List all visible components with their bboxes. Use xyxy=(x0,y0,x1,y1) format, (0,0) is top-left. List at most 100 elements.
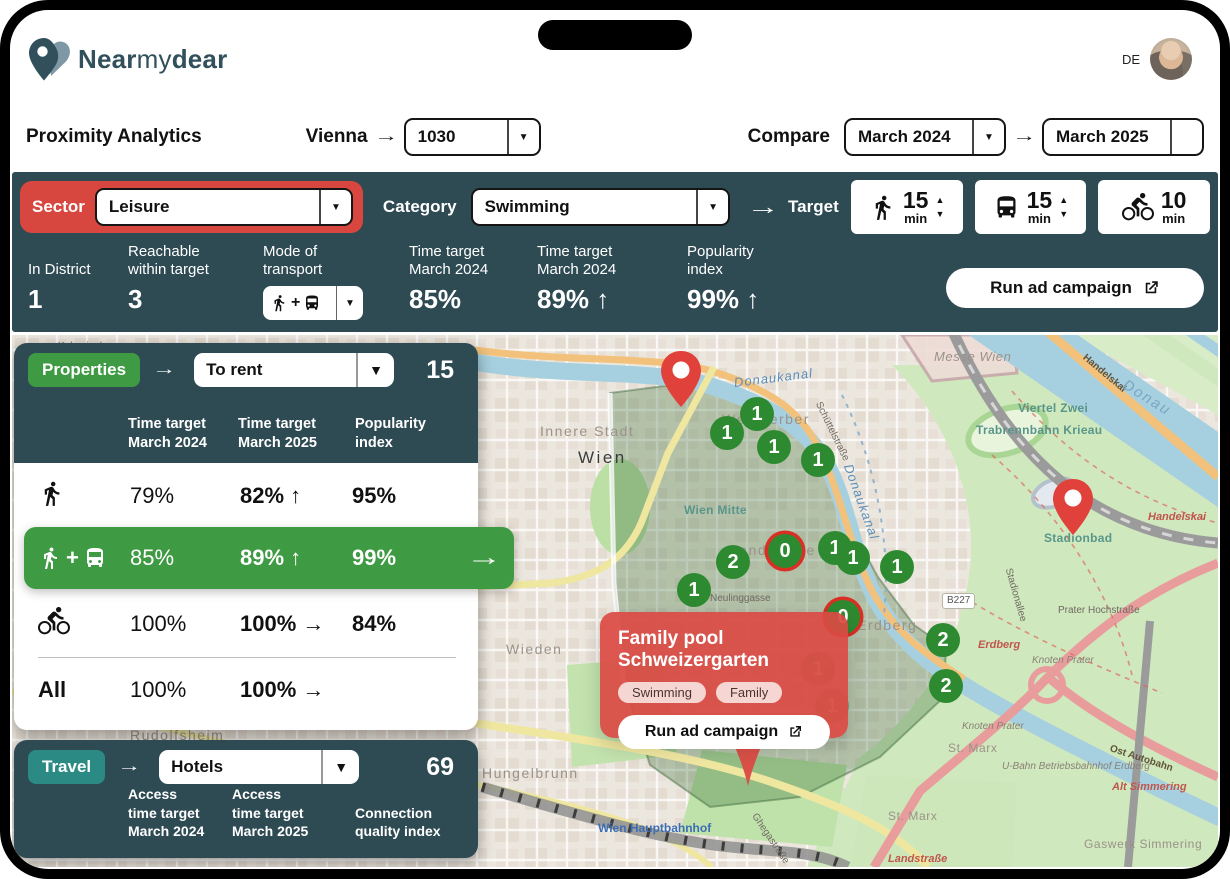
map-cluster-marker[interactable]: 2 xyxy=(716,545,750,579)
map-label: Wien Hauptbahnhof xyxy=(598,821,711,835)
chevron-down-icon: ▼ xyxy=(509,120,539,154)
map-label: Erdberg xyxy=(857,617,917,633)
map-label: Ghegastraße xyxy=(749,811,791,866)
category-select-value: Swimming xyxy=(473,190,696,224)
sub-bar: Proximity Analytics Vienna → 1030 ▼ Comp… xyxy=(10,102,1220,172)
period-to-value: March 2025 xyxy=(1044,120,1170,154)
col-time-target-2025: Time target March 2025 xyxy=(238,415,317,453)
cell-2025: 100% → xyxy=(240,611,324,637)
step-down-icon[interactable]: ▼ xyxy=(935,209,944,220)
col-access-2025: Access time target March 2025 xyxy=(232,785,308,840)
map-location-pin[interactable] xyxy=(658,350,704,413)
col-access-2024: Access time target March 2024 xyxy=(128,785,204,840)
popup-run-ad-campaign-button[interactable]: Run ad campaign xyxy=(618,715,830,749)
col-popularity-index: Popularity index xyxy=(355,415,426,453)
plus-sign: + xyxy=(66,545,79,571)
map-label: Knoten Prater xyxy=(1032,655,1094,666)
district-select[interactable]: 1030 ▼ xyxy=(404,118,541,156)
col-time-target-2024: Time target March 2024 xyxy=(128,415,207,453)
mode-of-transport-select[interactable]: + ▼ xyxy=(263,286,363,320)
user-avatar[interactable] xyxy=(1150,38,1192,80)
stat-label: Mode of transport xyxy=(263,238,409,280)
poi-tag-swimming: Swimming xyxy=(618,682,706,703)
map-label: Neulinggasse xyxy=(710,593,771,604)
row-arrow-icon[interactable]: → xyxy=(466,544,502,572)
poi-tag-family: Family xyxy=(716,682,782,703)
mode-icons: + xyxy=(263,294,336,312)
properties-type-select[interactable]: To rent ▼ xyxy=(194,353,394,387)
all-label: All xyxy=(38,677,66,703)
stat-value: 1 xyxy=(28,284,128,315)
map-label: Viertel Zwei xyxy=(1018,401,1088,415)
stat-value: 89% ↑ xyxy=(537,284,687,315)
step-up-icon[interactable]: ▲ xyxy=(1059,195,1068,206)
poi-popup: Family pool Schweizergarten Swimming Fam… xyxy=(600,612,848,738)
map-cluster-marker[interactable]: 1 xyxy=(677,573,711,607)
device-notch xyxy=(538,20,692,50)
properties-row-bike[interactable]: 100% 100% → 84% xyxy=(14,593,478,655)
target-walk-box: 15 min ▲▼ xyxy=(851,180,963,234)
map-cluster-marker[interactable]: 1 xyxy=(740,397,774,431)
period-from-select[interactable]: March 2024 ▼ xyxy=(844,118,1006,156)
stat-label: In District xyxy=(28,238,128,280)
period-from-value: March 2024 xyxy=(846,120,972,154)
properties-row-walk[interactable]: 79% 82% ↑ 95% xyxy=(14,465,478,527)
map-label: Erdberg xyxy=(978,639,1020,651)
category-label: Category xyxy=(383,197,457,217)
properties-row-walk-bus-selected[interactable]: + 85% 89% ↑ 99% → xyxy=(24,527,514,589)
map-cluster-marker[interactable]: 1 xyxy=(757,430,791,464)
bus-icon xyxy=(83,546,107,570)
period-to-select[interactable]: March 2025 xyxy=(1042,118,1204,156)
col-connection-quality: Connection quality index xyxy=(355,804,441,840)
cell-2024: 79% xyxy=(130,483,174,509)
target-bus-unit: min xyxy=(1027,212,1053,225)
bike-icon xyxy=(1122,191,1154,223)
cell-popularity: 84% xyxy=(352,611,396,637)
locale-switcher[interactable]: DE xyxy=(1122,52,1140,67)
compare-label: Compare xyxy=(748,126,830,148)
map-label: Innere Stadt xyxy=(540,423,634,439)
map-cluster-marker[interactable]: 1 xyxy=(836,541,870,575)
map-label: Hungelbrunn xyxy=(482,765,579,781)
properties-panel-button[interactable]: Properties xyxy=(28,353,140,387)
map-canvas[interactable]: KalvarienbergInnere StadtWienWien MitteW… xyxy=(12,335,1218,867)
step-down-icon[interactable]: ▼ xyxy=(1059,209,1068,220)
cell-2025: 100% → xyxy=(240,677,324,703)
walk-icon xyxy=(38,546,62,570)
map-cluster-marker[interactable]: 1 xyxy=(801,443,835,477)
map-cluster-marker[interactable]: 0 xyxy=(768,534,802,568)
sector-select-value: Leisure xyxy=(97,190,319,224)
sector-select[interactable]: Leisure ▼ xyxy=(95,188,353,226)
arrow-icon: → xyxy=(1012,128,1036,146)
filter-bar: Sector Leisure ▼ Category Swimming ▼ → T… xyxy=(12,172,1218,332)
stat-label: Time target March 2024 xyxy=(537,238,687,280)
properties-row-all[interactable]: All 100% 100% → xyxy=(14,659,478,721)
stat-label: Popularity index xyxy=(687,238,827,280)
map-cluster-marker[interactable]: 1 xyxy=(710,416,744,450)
app-logo[interactable]: Nearmydear xyxy=(28,36,227,82)
map-label: Wien xyxy=(578,448,627,468)
run-ad-campaign-button[interactable]: Run ad campaign xyxy=(946,268,1204,308)
chevron-down-icon: ▼ xyxy=(321,190,351,224)
step-up-icon[interactable]: ▲ xyxy=(935,195,944,206)
map-location-pin[interactable] xyxy=(1050,478,1096,541)
target-bus-stepper[interactable]: ▲▼ xyxy=(1059,195,1068,220)
plus-sign: + xyxy=(291,294,300,312)
target-walk-unit: min xyxy=(903,212,929,225)
page-title: Proximity Analytics xyxy=(26,126,202,148)
properties-count: 15 xyxy=(426,356,464,385)
bus-icon xyxy=(303,294,321,312)
map-label: Wieden xyxy=(506,641,562,657)
map-label: U-Bahn Betriebsbahnhof Erdberg xyxy=(1002,761,1150,772)
map-cluster-marker[interactable]: 2 xyxy=(929,669,963,703)
category-select[interactable]: Swimming ▼ xyxy=(471,188,730,226)
map-cluster-marker[interactable]: 1 xyxy=(880,550,914,584)
stat-label: Time target March 2024 xyxy=(409,238,537,280)
map-cluster-marker[interactable]: 2 xyxy=(926,623,960,657)
bus-icon xyxy=(993,194,1020,221)
stat-reachable: Reachable within target 3 xyxy=(128,238,263,320)
target-walk-stepper[interactable]: ▲▼ xyxy=(935,195,944,220)
map-label: Donaukanal xyxy=(733,365,814,390)
target-bike-box: 10 min xyxy=(1098,180,1210,234)
chevron-down-icon: ▼ xyxy=(974,120,1004,154)
